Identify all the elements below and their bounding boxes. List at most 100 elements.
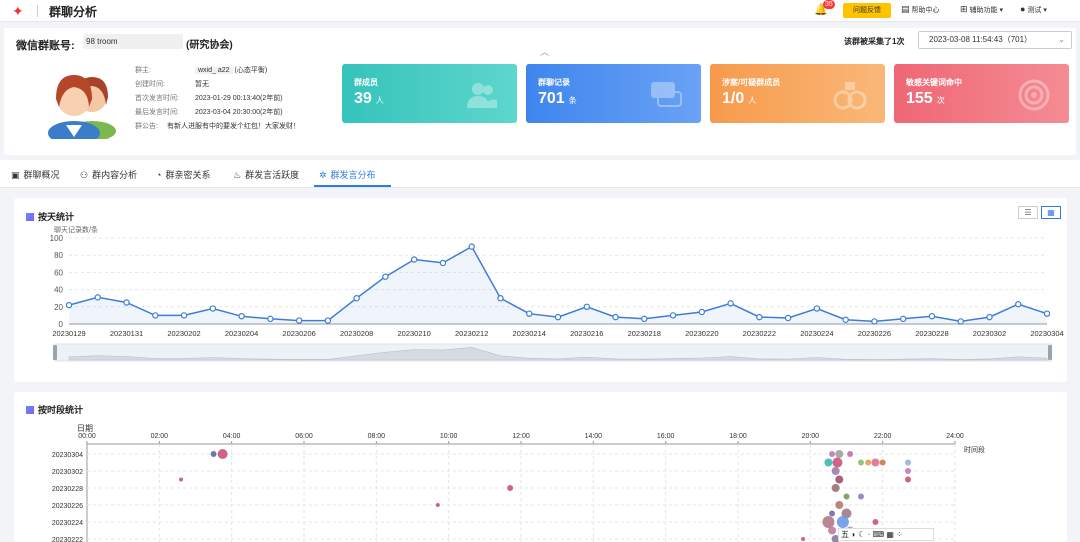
- collect-select[interactable]: 2023-03-08 11:54:43（701） ⌄: [918, 31, 1072, 49]
- data-point: [554, 313, 562, 321]
- data-point: [813, 305, 821, 312]
- x-ticks: 20230129 20230131 20230202 20230204 20230206…: [52, 329, 1063, 338]
- first-speak-key: 首次发言时间:: [135, 95, 179, 102]
- tab-label: 群亲密关系: [165, 170, 211, 180]
- chevron-down-icon: ⌄: [1058, 35, 1065, 44]
- book-icon: ▤: [901, 4, 910, 14]
- created-row: 创建时间: 暂无: [135, 79, 209, 89]
- notification-badge: 35: [823, 0, 835, 9]
- x-tick-label: 20230210: [397, 329, 430, 338]
- x-tick-label: 22:00: [874, 433, 892, 440]
- first-speak-row: 首次发言时间: 2023-01-29 00:13:40(2年前): [135, 93, 283, 103]
- tab-content-analysis[interactable]: ⚇ 群内容分析: [80, 168, 137, 181]
- data-point: [324, 317, 332, 324]
- scatter-point: [904, 476, 911, 483]
- y-tick-label: 20230224: [52, 520, 83, 527]
- x-tick-label: 00:00: [78, 433, 96, 440]
- scatter-point: [507, 485, 514, 491]
- tab-intimacy[interactable]: ◔ 群亲密关系: [156, 168, 210, 181]
- data-point: [94, 294, 101, 301]
- app-title: 群聊分析: [49, 5, 98, 19]
- y-tick-label: 40: [54, 286, 63, 295]
- y-tick-label: 20: [54, 303, 63, 312]
- stat-card-records[interactable]: 群聊记录 701 条: [526, 64, 701, 123]
- user-menu[interactable]: ● 测试 ▾: [1020, 4, 1047, 15]
- x-tick-label: 18:00: [729, 433, 747, 440]
- data-point: [238, 313, 245, 320]
- scatter-point: [835, 450, 844, 458]
- y-tick-label: 0: [59, 320, 64, 329]
- data-point: [65, 301, 73, 309]
- owner-suffix: (心态平衡): [234, 67, 268, 74]
- stat-card-members[interactable]: 群成员 39 人: [342, 64, 517, 123]
- target-icon: [1018, 79, 1050, 111]
- chevron-up-icon[interactable]: ︿: [540, 45, 549, 58]
- daily-stats-card: 按天统计 ☰ ▦ 聊天记录数/条 0 20 40 60 80 100 20230129 20…: [14, 198, 1067, 382]
- x-tick-label: 14:00: [585, 433, 603, 440]
- data-point: [152, 312, 159, 319]
- scatter-point: [801, 537, 806, 541]
- last-speak-key: 最后发言时间:: [135, 109, 179, 116]
- x-tick-label: 12:00: [512, 433, 530, 440]
- y-axis-label: 聊天记录数/条: [54, 225, 98, 234]
- stat-value: 39 人: [354, 90, 384, 107]
- scatter-point: [843, 493, 850, 500]
- top-bar: ✦ 群聊分析 🔔 35 问题反馈 ▤ 帮助中心 ⊞ 辅助功能 ▾ ● 测试 ▾: [0, 0, 1080, 22]
- collect-select-value: 2023-03-08 11:54:43（701）: [929, 35, 1033, 44]
- tab-label: 群内容分析: [92, 170, 138, 180]
- zoom-slider-left-handle[interactable]: [53, 345, 57, 360]
- first-speak-value: 2023-01-29 00:13:40(2年前): [195, 95, 283, 102]
- tab-label: 群发言活跃度: [245, 170, 300, 180]
- x-tick-label: 20230204: [225, 329, 258, 338]
- scatter-point: [835, 475, 844, 484]
- x-tick-label: 16:00: [657, 433, 675, 440]
- scatter-point: [857, 493, 864, 500]
- scatter-point: [822, 516, 835, 528]
- scatter-point: [829, 510, 836, 517]
- tab-distribution[interactable]: ✲ 群发言分布: [319, 168, 376, 181]
- notice-value: 有新人进服有中的要发个红包！大家发财！: [167, 123, 300, 130]
- app-logo-icon: ✦: [12, 3, 24, 19]
- owner-row: 群主: wxid_ a22 (心态平衡): [135, 65, 267, 75]
- tools-menu[interactable]: ⊞ 辅助功能 ▾: [960, 4, 1003, 15]
- y-tick-label: 20230304: [52, 452, 83, 459]
- x-tick-label: 20230129: [52, 329, 85, 338]
- data-point: [641, 315, 648, 323]
- scatter-point: [210, 451, 217, 457]
- scatter-point: [865, 459, 872, 466]
- scatter-point: [217, 449, 228, 459]
- scatter-point: [831, 467, 840, 475]
- scatter-point: [831, 484, 840, 492]
- data-point: [957, 318, 964, 325]
- line-area: [69, 246, 1047, 324]
- x-tick-label: 08:00: [368, 433, 386, 440]
- x-tick-label: 20230208: [340, 329, 373, 338]
- y-tick-label: 60: [54, 268, 63, 277]
- x-tick-label: 20:00: [802, 433, 820, 440]
- x-tick-label: 20230228: [915, 329, 948, 338]
- x-tick-label: 20230131: [110, 329, 143, 338]
- stat-card-keywords[interactable]: 敏感关键词命中 155 次: [894, 64, 1069, 123]
- feedback-button[interactable]: 问题反馈: [843, 3, 891, 18]
- scatter-points: [179, 449, 911, 542]
- stat-value: 155 次: [906, 90, 945, 107]
- hourly-stats-card: 按时段统计 日期 时间段 00:00 02:00 04:00 06:00 08:00 10…: [14, 392, 1067, 542]
- y-tick-label: 20230228: [52, 486, 83, 493]
- tab-overview[interactable]: ▣ 群聊概况: [11, 168, 60, 181]
- collect-count-label: 该群被采集了1次: [844, 37, 905, 46]
- help-center-link[interactable]: ▤ 帮助中心: [901, 4, 940, 15]
- y-tick-label: 20230226: [52, 503, 83, 510]
- data-point: [784, 314, 792, 322]
- stat-value: 1/0 人: [722, 90, 757, 107]
- created-value: 暂无: [195, 81, 209, 88]
- x-tick-label: 02:00: [151, 433, 169, 440]
- zoom-slider-right-handle[interactable]: [1048, 345, 1052, 360]
- analysis-tabs: ▣ 群聊概况 ⚇ 群内容分析 ◔ 群亲密关系 ♨ 群发言活跃度 ✲ 群发言分布: [0, 160, 1080, 188]
- data-point: [295, 317, 303, 324]
- data-point: [612, 313, 619, 321]
- feedback-label: 问题反馈: [853, 7, 881, 14]
- data-point: [756, 313, 763, 321]
- tab-activity[interactable]: ♨ 群发言活跃度: [233, 168, 299, 181]
- ime-toolbar[interactable]: 五 ◗ ☾ · ⌨ ▦ ⁘: [838, 528, 934, 541]
- stat-card-suspects[interactable]: 涉案/可疑群成员 1/0 人: [710, 64, 885, 123]
